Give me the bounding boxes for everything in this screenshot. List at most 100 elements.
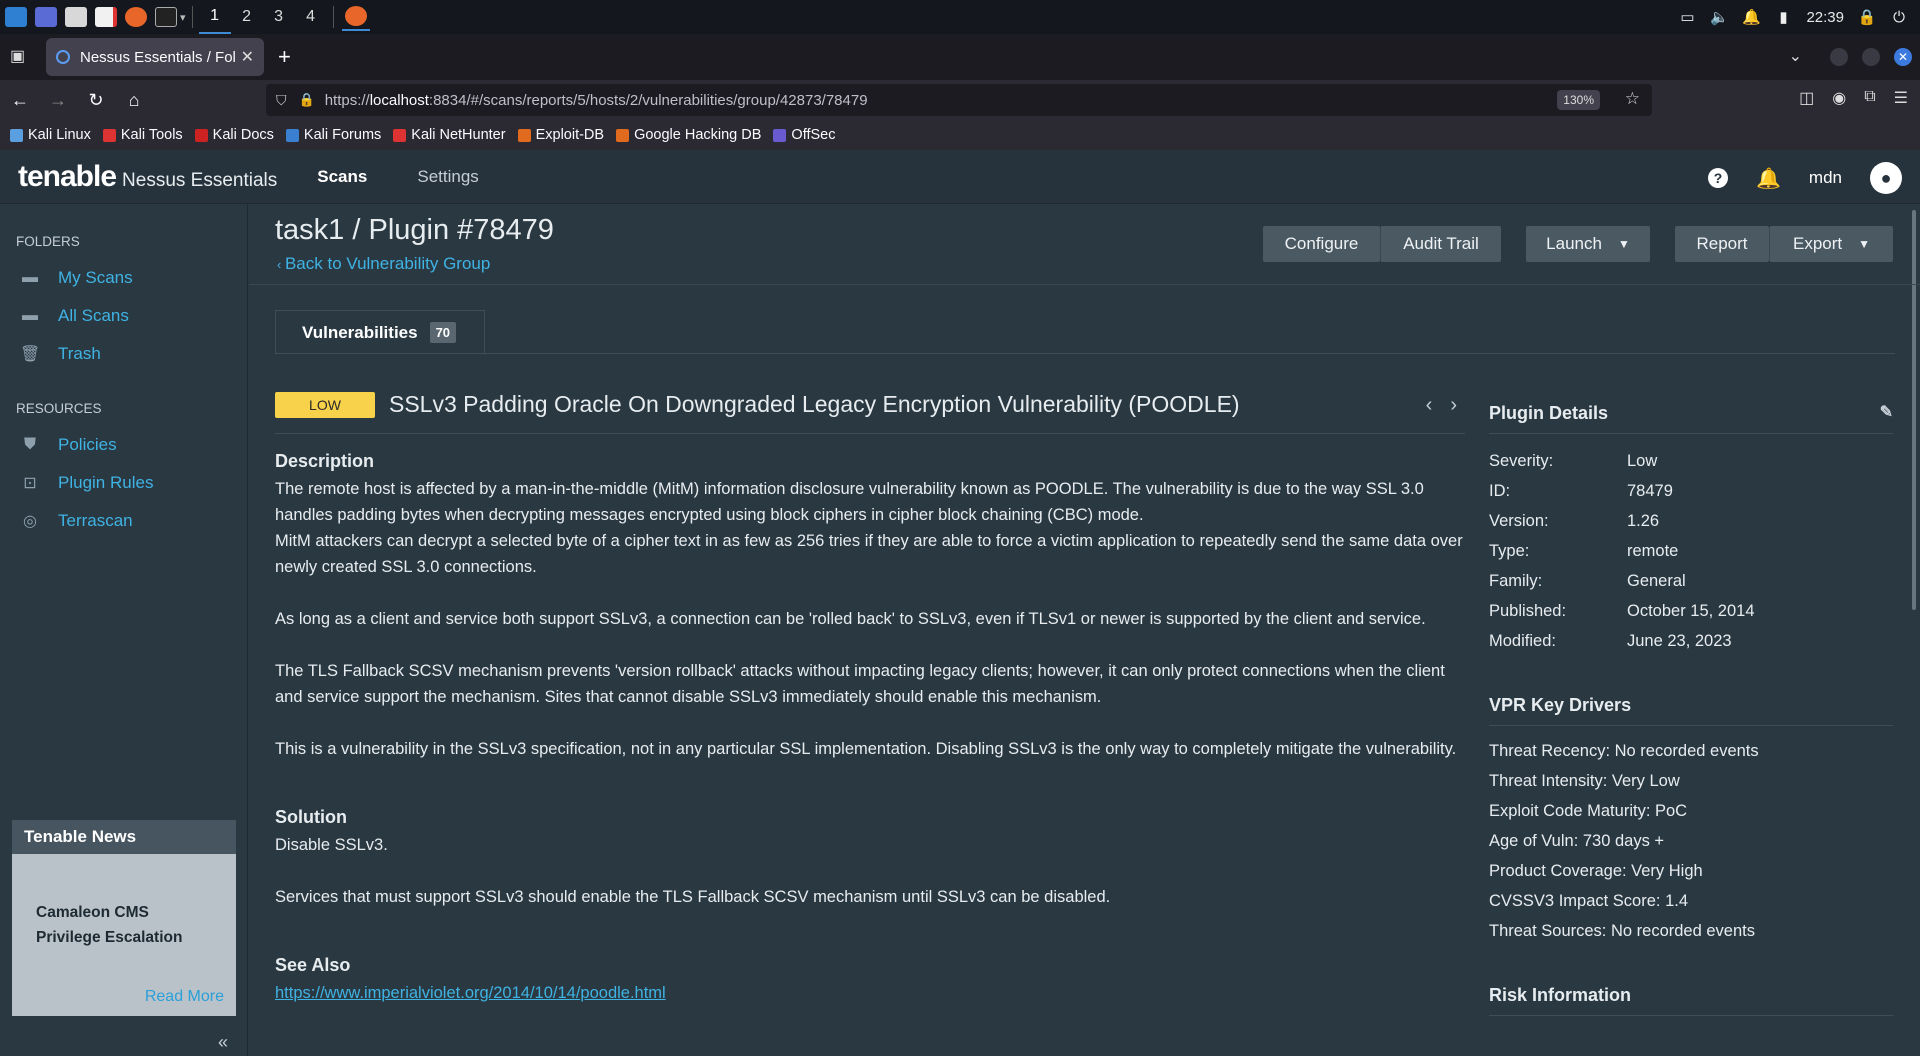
bookmark-kali-docs[interactable]: Kali Docs: [194, 127, 274, 143]
workspace-1[interactable]: 1: [198, 0, 231, 34]
terrascan-icon: ◎: [23, 513, 37, 530]
folder-icon: ▬: [22, 269, 38, 286]
new-tab-icon[interactable]: +: [278, 44, 291, 70]
zoom-level[interactable]: 130%: [1557, 90, 1600, 110]
plugin-details-panel: Plugin Details ✎ Severity: Low ID: 78479 V…: [1489, 394, 1893, 1016]
scrollbar[interactable]: [1912, 210, 1916, 610]
bookmark-google-hacking-db[interactable]: Google Hacking DB: [616, 127, 761, 143]
audit-trail-button[interactable]: Audit Trail: [1380, 226, 1501, 262]
sidebar-item-plugin-rules[interactable]: ⊡ Plugin Rules: [0, 464, 247, 502]
offsec-icon: [773, 128, 787, 142]
bookmark-exploit-db[interactable]: Exploit-DB: [517, 127, 604, 143]
workspace-3[interactable]: 3: [263, 0, 295, 34]
nav-scans[interactable]: Scans: [317, 167, 367, 187]
workspace-4[interactable]: 4: [295, 0, 327, 34]
edit-pencil-icon[interactable]: ✎: [1880, 402, 1893, 422]
close-icon[interactable]: ✕: [241, 47, 254, 67]
vpr-item: Age of Vuln: 730 days +: [1489, 831, 1665, 850]
workspace-2[interactable]: 2: [231, 0, 263, 34]
kali-tools-icon: [102, 128, 116, 142]
plugin-icon: ⊡: [23, 475, 37, 492]
bookmark-kali-tools[interactable]: Kali Tools: [102, 127, 183, 143]
forward-arrow-icon[interactable]: →: [40, 84, 76, 116]
vpr-item: CVSSV3 Impact Score: 1.4: [1489, 891, 1689, 910]
menu-icon[interactable]: ☰: [1894, 88, 1908, 108]
configure-button[interactable]: Configure: [1263, 226, 1380, 262]
reload-icon[interactable]: ↻: [78, 84, 114, 116]
kali-docs-icon: [194, 128, 208, 142]
url-bar[interactable]: ⛉ 🔒 https://localhost:8834/#/scans/repor…: [266, 84, 1652, 116]
account-icon[interactable]: ◉: [1832, 88, 1846, 108]
bookmark-offsec[interactable]: OffSec: [773, 127, 835, 143]
chevron-down-icon[interactable]: ▾: [180, 11, 186, 24]
risk-information-heading: Risk Information: [1489, 976, 1893, 1016]
report-button[interactable]: Report: [1675, 226, 1769, 262]
screen-icon[interactable]: ▭: [1678, 8, 1696, 26]
sidebar-item-all-scans[interactable]: ▬ All Scans: [0, 297, 247, 335]
launch-button[interactable]: Launch ▼: [1526, 226, 1650, 262]
username[interactable]: mdn: [1809, 168, 1842, 188]
shield-icon[interactable]: ⛉: [276, 92, 287, 109]
clock[interactable]: 22:39: [1806, 9, 1844, 26]
bookmark-kali-linux[interactable]: Kali Linux: [10, 127, 91, 143]
tenable-news: Tenable News Camaleon CMS Privilege Esca…: [12, 820, 236, 1016]
count-badge: 70: [429, 322, 457, 343]
lock-icon[interactable]: 🔒: [299, 92, 315, 108]
vulnerability-content: Description The remote host is affected …: [275, 448, 1465, 1006]
back-arrow-icon[interactable]: ←: [2, 84, 38, 116]
back-link[interactable]: ‹ Back to Vulnerability Group: [277, 254, 490, 274]
vulnerability-name: SSLv3 Padding Oracle On Downgraded Legac…: [389, 391, 1240, 417]
read-more-link[interactable]: Read More: [145, 988, 224, 1006]
sidebar-item-terrascan[interactable]: ◎ Terrascan: [0, 502, 247, 540]
description-paragraph: MitM attackers can decrypt a selected by…: [275, 532, 1463, 576]
power-icon[interactable]: ⏻: [1890, 8, 1908, 26]
minimize-button[interactable]: [1830, 48, 1848, 66]
export-button[interactable]: Export ▼: [1769, 226, 1893, 262]
tenable-logo[interactable]: tenable Nessus Essentials: [18, 160, 277, 194]
terminal-icon[interactable]: [152, 3, 180, 31]
help-icon[interactable]: ?: [1708, 168, 1729, 188]
files-icon[interactable]: [62, 3, 90, 31]
see-also-link[interactable]: https://www.imperialviolet.org/2014/10/1…: [275, 980, 1465, 1006]
notification-icon[interactable]: 🔔: [1742, 8, 1761, 26]
firefox-window-icon[interactable]: [341, 3, 370, 31]
main-content: task1 / Plugin #78479 ‹ Back to Vulnerab…: [249, 204, 1920, 1056]
firefox-icon[interactable]: [122, 3, 150, 31]
sidebar-item-trash[interactable]: 🗑 Trash: [0, 335, 247, 373]
sidebar-item-policies[interactable]: ⛊ Policies: [0, 426, 247, 464]
extensions-icon[interactable]: ⧉: [1864, 88, 1875, 108]
lock-icon[interactable]: 🔒: [1858, 8, 1877, 26]
bookmark-kali-nethunter[interactable]: Kali NetHunter: [393, 127, 506, 143]
bookmark-star-icon[interactable]: ☆: [1625, 89, 1640, 109]
vpr-item: Exploit Code Maturity: PoC: [1489, 801, 1688, 820]
nessus-favicon-icon: [56, 50, 70, 64]
user-avatar-icon[interactable]: ●: [1870, 162, 1902, 194]
detail-row: Severity: Low: [1489, 451, 1658, 470]
maximize-button[interactable]: [1862, 48, 1880, 66]
kali-menu-icon[interactable]: [2, 3, 30, 31]
desktop-icon[interactable]: [32, 3, 60, 31]
bell-icon[interactable]: 🔔: [1756, 166, 1781, 191]
text-editor-icon[interactable]: [92, 3, 120, 31]
previous-arrow-icon[interactable]: ‹: [1426, 394, 1433, 417]
volume-icon[interactable]: 🔈: [1710, 8, 1729, 26]
plugin-details-heading: Plugin Details ✎: [1489, 394, 1893, 434]
sidebar-item-my-scans[interactable]: ▬ My Scans: [0, 259, 247, 297]
severity-badge: LOW: [275, 391, 375, 418]
kali-icon: [10, 128, 23, 142]
nav-settings[interactable]: Settings: [417, 167, 478, 187]
description-paragraph: The remote host is affected by a man-in-…: [275, 480, 1424, 524]
collapse-sidebar-icon[interactable]: «: [218, 1032, 228, 1053]
battery-icon[interactable]: ▮: [1774, 8, 1792, 26]
caret-down-icon: ▼: [1617, 237, 1630, 251]
tab-vulnerabilities[interactable]: Vulnerabilities 70: [275, 310, 485, 355]
bookmark-kali-forums[interactable]: Kali Forums: [285, 127, 381, 143]
next-arrow-icon[interactable]: ›: [1450, 394, 1457, 417]
browser-tab[interactable]: Nessus Essentials / Folde ✕: [46, 38, 264, 76]
list-tabs-icon[interactable]: ▣: [10, 46, 25, 66]
home-icon[interactable]: ⌂: [116, 84, 152, 116]
chevron-down-icon[interactable]: ⌄: [1789, 46, 1802, 66]
solution-paragraph: Disable SSLv3.: [275, 836, 388, 854]
pocket-icon[interactable]: ◫: [1799, 88, 1814, 108]
close-window-button[interactable]: ✕: [1894, 48, 1912, 66]
